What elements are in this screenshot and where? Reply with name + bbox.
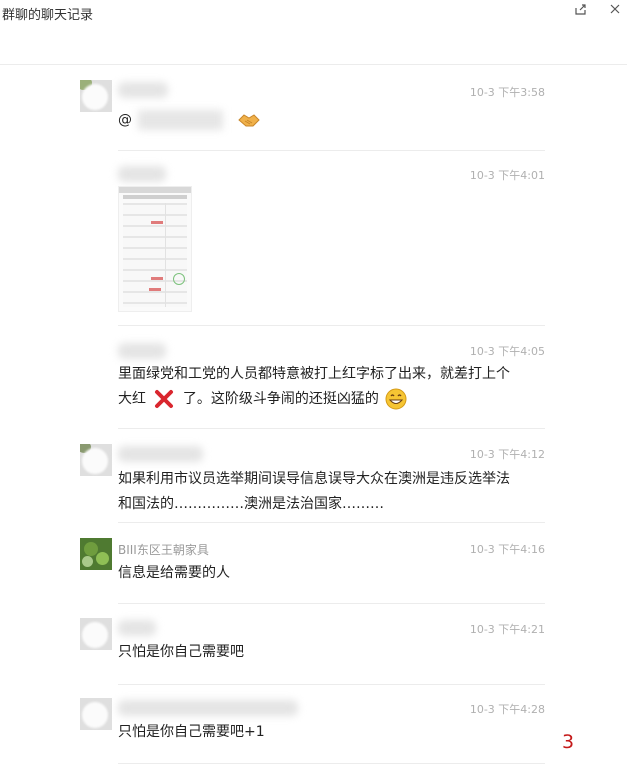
avatar[interactable] bbox=[80, 444, 112, 476]
thumbnail-red-mark bbox=[151, 221, 163, 224]
message-line: 如果利用市议员选举期间误导信息误导大众在澳洲是违反选举法 bbox=[118, 471, 510, 487]
message-divider bbox=[118, 150, 545, 151]
message-text: 只怕是你自己需要吧 bbox=[118, 644, 244, 660]
share-icon[interactable] bbox=[574, 2, 588, 16]
avatar[interactable] bbox=[80, 538, 112, 570]
thumbnail-red-mark bbox=[151, 277, 163, 280]
avatar[interactable] bbox=[80, 698, 112, 730]
message-time: 10-3 下午4:12 bbox=[469, 448, 545, 461]
message-text: 只怕是你自己需要吧+1 bbox=[118, 724, 265, 740]
message-time: 10-3 下午4:21 bbox=[469, 623, 545, 636]
mention-symbol: @ bbox=[118, 112, 132, 128]
message-fragment: 了。这阶级斗争闹的还挺凶猛的 bbox=[182, 391, 379, 407]
message-time: 10-3 下午4:28 bbox=[469, 703, 545, 716]
message-text: 如果利用市议员选举期间误导信息误导大众在澳洲是违反选举法 和国法的……………澳洲… bbox=[118, 467, 528, 517]
avatar[interactable] bbox=[80, 80, 112, 112]
message-time: 10-3 下午4:05 bbox=[469, 345, 545, 358]
sender-name-blurred bbox=[118, 82, 168, 98]
avatar[interactable] bbox=[80, 618, 112, 650]
message-divider bbox=[118, 763, 545, 764]
red-x-icon bbox=[155, 390, 174, 408]
message-line: 里面绿党和工党的人员都特意被打上红字标了出来，就差打上个 bbox=[118, 366, 510, 382]
message-divider bbox=[118, 325, 545, 326]
thumbnail-red-mark bbox=[149, 288, 161, 291]
grin-emoji bbox=[385, 388, 407, 410]
message-line: 大红 了。这阶级斗争闹的还挺凶猛的 bbox=[118, 387, 528, 412]
close-icon[interactable] bbox=[608, 2, 622, 16]
sender-name: BIII东区王朝家具 bbox=[118, 543, 209, 557]
message-text: 信息是给需要的人 bbox=[118, 565, 230, 581]
message-divider bbox=[118, 428, 545, 429]
sender-name-blurred bbox=[118, 343, 166, 359]
message-time: 10-3 下午3:58 bbox=[469, 86, 545, 99]
header-divider bbox=[0, 64, 627, 65]
sender-name-blurred bbox=[118, 166, 166, 182]
message-fragment: 大红 bbox=[118, 391, 146, 407]
page-number: 3 bbox=[562, 731, 575, 753]
message-line: 和国法的……………澳洲是法治国家……… bbox=[118, 496, 384, 512]
message-divider bbox=[118, 684, 545, 685]
thumbnail-rows bbox=[123, 203, 187, 307]
message-time: 10-3 下午4:01 bbox=[469, 169, 545, 182]
message-text: 里面绿党和工党的人员都特意被打上红字标了出来，就差打上个 大红 了。这阶级斗争闹… bbox=[118, 362, 528, 412]
message-divider bbox=[118, 522, 545, 523]
title-bar: 群聊的聊天记录 bbox=[0, 0, 627, 30]
image-message[interactable] bbox=[118, 186, 192, 312]
mention-blurred bbox=[138, 110, 224, 130]
sender-name-blurred bbox=[118, 446, 203, 462]
handshake-emoji bbox=[238, 114, 260, 127]
thumbnail-column-divider bbox=[165, 203, 166, 307]
thumbnail-green-tick bbox=[173, 273, 185, 285]
message-time: 10-3 下午4:16 bbox=[469, 543, 545, 556]
window-title: 群聊的聊天记录 bbox=[2, 8, 94, 23]
thumbnail-header bbox=[123, 195, 187, 199]
message-divider bbox=[118, 603, 545, 604]
sender-name-blurred bbox=[118, 700, 298, 716]
thumbnail-statusbar bbox=[119, 187, 191, 193]
message-text: @ bbox=[118, 108, 528, 133]
sender-name-blurred bbox=[118, 620, 156, 636]
